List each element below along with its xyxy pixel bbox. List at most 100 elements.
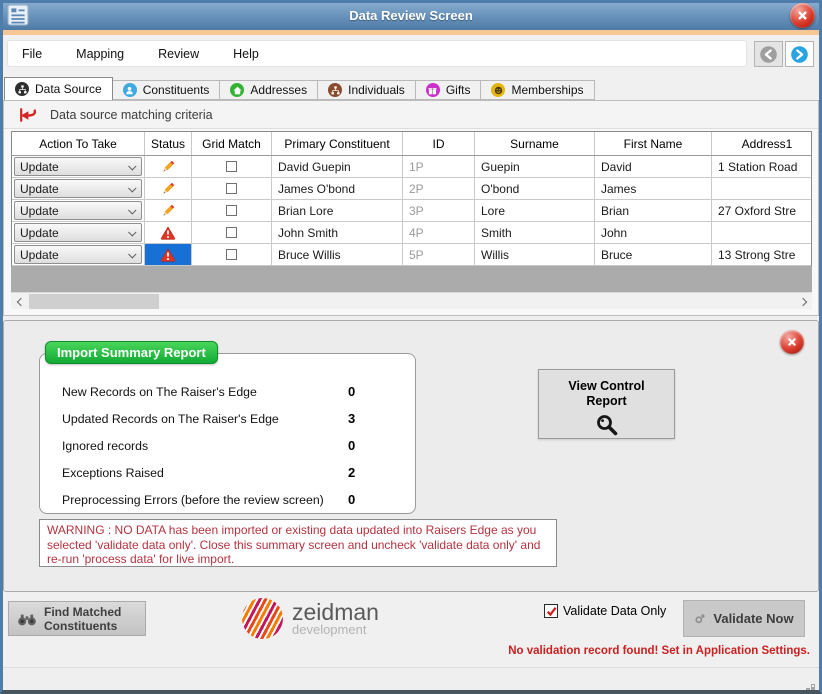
grid-match-checkbox[interactable] bbox=[226, 205, 237, 216]
action-cell: Update bbox=[12, 178, 145, 199]
id-cell: 4P bbox=[403, 222, 475, 243]
id-cell: 3P bbox=[403, 200, 475, 221]
action-dropdown[interactable]: Update bbox=[14, 201, 142, 220]
menu-help[interactable]: Help bbox=[229, 45, 263, 63]
action-dropdown[interactable]: Update bbox=[14, 223, 142, 242]
table-row[interactable]: Update John Smith 4P Smith John bbox=[12, 222, 811, 244]
warning-icon bbox=[160, 247, 176, 263]
tab-data-source[interactable]: Data Source bbox=[4, 77, 113, 100]
grid-match-checkbox[interactable] bbox=[226, 227, 237, 238]
col-address1: Address1 bbox=[741, 136, 793, 151]
address1-cell bbox=[712, 178, 811, 199]
tab-individuals[interactable]: Individuals bbox=[318, 80, 416, 100]
scroll-left-arrow[interactable] bbox=[11, 293, 28, 310]
view-control-report-label: View Control Report bbox=[568, 379, 645, 408]
menu-file[interactable]: File bbox=[18, 45, 46, 63]
surname-cell: Smith bbox=[475, 222, 595, 243]
id-cell: 2P bbox=[403, 178, 475, 199]
zeidman-logo-mark bbox=[242, 598, 283, 639]
grid-match-checkbox[interactable] bbox=[226, 183, 237, 194]
status-cell[interactable] bbox=[145, 244, 192, 265]
tab-label: Gifts bbox=[445, 83, 471, 97]
grid-header-row: Action To Take Status Grid Match Primary… bbox=[12, 132, 811, 156]
tab-constituents[interactable]: Constituents bbox=[112, 80, 221, 100]
warning-icon bbox=[160, 225, 176, 241]
col-first-name: First Name bbox=[595, 132, 712, 155]
check-icon bbox=[546, 606, 557, 617]
stat-label: Ignored records bbox=[62, 438, 149, 453]
tab-memberships[interactable]: Memberships bbox=[481, 80, 595, 100]
window-close-button[interactable] bbox=[790, 3, 815, 28]
tab-addresses[interactable]: Addresses bbox=[220, 80, 319, 100]
table-row[interactable]: Update David Guepin 1P Guepin David 1 St… bbox=[12, 156, 811, 178]
chevron-down-icon bbox=[124, 224, 141, 241]
tab-gifts[interactable]: Gifts bbox=[415, 80, 482, 100]
col-status: Status bbox=[145, 132, 192, 155]
data-source-icon bbox=[15, 82, 29, 96]
stat-value: 0 bbox=[348, 438, 356, 453]
action-value: Update bbox=[20, 159, 59, 174]
status-cell[interactable] bbox=[145, 200, 192, 221]
address1-cell: 13 Strong Stre bbox=[718, 247, 796, 262]
grid-match-cell bbox=[192, 222, 272, 243]
grid-empty-area bbox=[11, 266, 812, 292]
table-row[interactable]: Update Brian Lore 3P Lore Brian 27 Oxfor… bbox=[12, 200, 811, 222]
address1-cell: 27 Oxford Stre bbox=[718, 203, 797, 218]
stat-value: 2 bbox=[348, 465, 356, 480]
view-control-report-button[interactable]: View Control Report bbox=[538, 369, 675, 439]
chevron-down-icon bbox=[124, 158, 141, 175]
gift-icon bbox=[425, 83, 440, 97]
col-action-to-take: Action To Take bbox=[12, 132, 145, 155]
magnifier-icon bbox=[595, 413, 619, 437]
resize-grip[interactable] bbox=[812, 685, 814, 687]
col-surname: Surname bbox=[475, 132, 595, 155]
chevron-down-icon bbox=[124, 180, 141, 197]
stat-exceptions: Exceptions Raised 2 bbox=[40, 459, 415, 486]
table-row[interactable]: Update Bruce Willis 5P Willis Bruce 13 S… bbox=[12, 244, 811, 266]
validate-now-label: Validate Now bbox=[713, 611, 794, 626]
window-title: Data Review Screen bbox=[349, 7, 473, 23]
validate-now-button[interactable]: Validate Now bbox=[683, 600, 805, 637]
nav-back-button[interactable] bbox=[754, 41, 783, 67]
stat-value: 3 bbox=[348, 411, 356, 426]
action-dropdown[interactable]: Update bbox=[14, 179, 142, 198]
tab-label: Individuals bbox=[348, 83, 405, 97]
action-dropdown[interactable]: Update bbox=[14, 157, 142, 176]
status-cell[interactable] bbox=[145, 222, 192, 243]
first-name-cell: Brian bbox=[595, 200, 712, 221]
nav-forward-button[interactable] bbox=[785, 41, 814, 67]
horizontal-scrollbar[interactable] bbox=[11, 292, 812, 309]
find-matched-constituents-button[interactable]: Find Matched Constituents bbox=[8, 601, 146, 636]
grid-match-checkbox[interactable] bbox=[226, 161, 237, 172]
table-row[interactable]: Update James O'bond 2P O'bond James bbox=[12, 178, 811, 200]
tab-label: Memberships bbox=[511, 83, 584, 97]
close-icon bbox=[795, 8, 810, 23]
action-value: Update bbox=[20, 203, 59, 218]
house-icon bbox=[230, 83, 245, 97]
summary-close-button[interactable] bbox=[780, 330, 804, 354]
arrow-right-icon bbox=[789, 44, 810, 65]
action-dropdown[interactable]: Update bbox=[14, 245, 142, 264]
chevron-down-icon bbox=[124, 246, 141, 263]
scroll-right-arrow[interactable] bbox=[795, 293, 812, 310]
status-cell[interactable] bbox=[145, 156, 192, 177]
validate-only-checkbox[interactable] bbox=[544, 604, 558, 618]
stat-updated-records: Updated Records on The Raiser's Edge 3 bbox=[40, 405, 415, 432]
matching-criteria-header[interactable]: Data source matching criteria bbox=[4, 101, 818, 129]
logo-name: zeidman bbox=[292, 598, 379, 625]
tab-label: Addresses bbox=[250, 83, 308, 97]
primary-constituent-cell: James O'bond bbox=[272, 178, 403, 199]
status-cell[interactable] bbox=[145, 178, 192, 199]
stat-label: Exceptions Raised bbox=[62, 465, 164, 480]
summary-stats-box: New Records on The Raiser's Edge 0 Updat… bbox=[39, 353, 416, 514]
grid-match-cell bbox=[192, 200, 272, 221]
action-value: Update bbox=[20, 247, 59, 262]
menu-review[interactable]: Review bbox=[154, 45, 203, 63]
stat-ignored-records: Ignored records 0 bbox=[40, 432, 415, 459]
col-primary-constituent: Primary Constituent bbox=[272, 132, 403, 155]
grid-match-checkbox[interactable] bbox=[226, 249, 237, 260]
menu-strip: File Mapping Review Help bbox=[7, 40, 747, 67]
scrollbar-thumb[interactable] bbox=[29, 294, 159, 309]
pencil-icon bbox=[160, 181, 176, 197]
menu-mapping[interactable]: Mapping bbox=[72, 45, 128, 63]
